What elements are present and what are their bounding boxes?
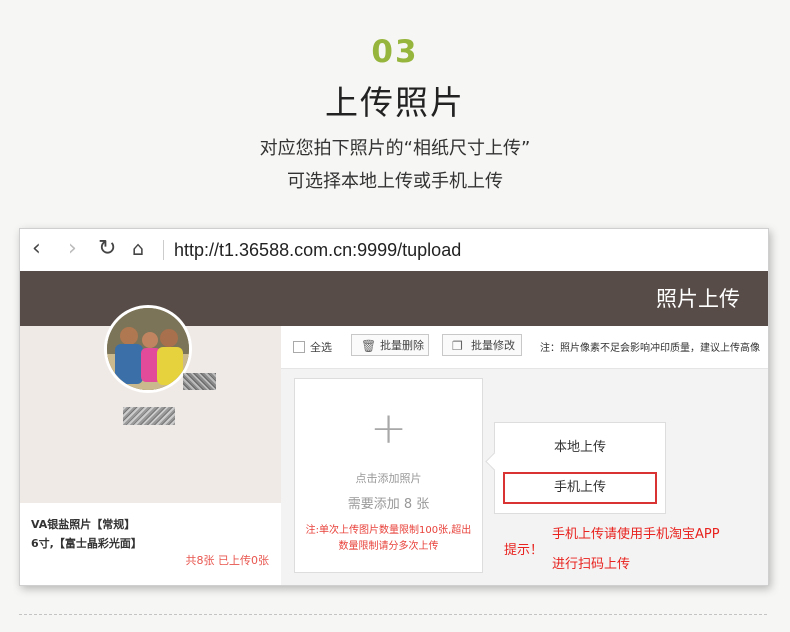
quality-notice: 注：照片像素不足会影响冲印质量，建议上传高像	[540, 343, 760, 354]
select-all-label: 全选	[310, 341, 332, 354]
batch-edit-button[interactable]: ❐ 批量修改	[442, 334, 522, 356]
copy-icon: ❐	[452, 339, 463, 353]
forward-icon[interactable]: ›	[68, 237, 77, 261]
reload-icon[interactable]: ↻	[98, 237, 116, 261]
browser-window: ‹ › ↻ ⌂ http://t1.36588.com.cn:9999/tupl…	[19, 228, 769, 586]
trash-icon: 🗑︎	[361, 339, 377, 353]
description-line-2: 可选择本地上传或手机上传	[287, 171, 503, 192]
bottom-divider	[19, 614, 767, 615]
tip-line-2: 进行扫码上传	[552, 557, 631, 572]
upload-area: + 点击添加照片 需要添加 8 张 注:单次上传图片数量限制100张,超出数量限…	[281, 369, 768, 585]
batch-delete-label: 批量删除	[380, 339, 424, 352]
family-photo-icon	[107, 308, 189, 390]
blurred-text	[123, 407, 175, 425]
address-bar: ‹ › ↻ ⌂ http://t1.36588.com.cn:9999/tupl…	[20, 229, 768, 271]
batch-edit-label: 批量修改	[471, 339, 515, 352]
product-photo	[104, 305, 192, 393]
blurred-text	[183, 373, 216, 390]
url-field[interactable]: http://t1.36588.com.cn:9999/tupload	[174, 240, 461, 261]
description-line-1: 对应您拍下照片的“相纸尺寸上传”	[259, 138, 531, 159]
upload-method-popup: 本地上传 手机上传	[485, 422, 666, 514]
add-photo-card[interactable]: + 点击添加照片 需要添加 8 张 注:单次上传图片数量限制100张,超出数量限…	[294, 378, 483, 573]
home-icon[interactable]: ⌂	[132, 237, 144, 261]
step-title: 上传照片	[325, 83, 465, 122]
address-divider	[163, 240, 164, 260]
select-all-checkbox[interactable]	[293, 341, 305, 353]
popup-arrow	[485, 452, 504, 471]
back-icon[interactable]: ‹	[32, 237, 41, 261]
tip-label: 提示！	[504, 543, 544, 558]
required-count: 需要添加 8 张	[347, 497, 430, 512]
upload-count: 共8张 已上传0张	[185, 554, 270, 567]
batch-delete-button[interactable]: 🗑︎ 批量删除	[351, 334, 429, 356]
tip-line-1: 手机上传请使用手机淘宝APP	[552, 527, 720, 542]
upload-toolbar: 全选 🗑︎ 批量删除 ❐ 批量修改 注：照片像素不足会影响冲印质量，建议上传高像	[281, 326, 768, 369]
add-photo-label: 点击添加照片	[355, 472, 422, 485]
product-name: VA银盐照片【常规】	[31, 518, 136, 531]
local-upload-option[interactable]: 本地上传	[495, 436, 665, 455]
mobile-upload-option[interactable]: 手机上传	[503, 472, 657, 504]
plus-icon: +	[370, 403, 407, 454]
app-header-title: 照片上传	[656, 287, 740, 311]
upload-limit-note: 注:单次上传图片数量限制100张,超出数量限制请分多次上传	[305, 525, 472, 552]
product-panel: VA银盐照片【常规】 6寸,【富士晶彩光面】 共8张 已上传0张	[20, 305, 281, 585]
product-info: VA银盐照片【常规】 6寸,【富士晶彩光面】 共8张 已上传0张	[20, 503, 281, 585]
step-number: 03	[371, 34, 419, 70]
product-spec: 6寸,【富士晶彩光面】	[31, 537, 142, 550]
